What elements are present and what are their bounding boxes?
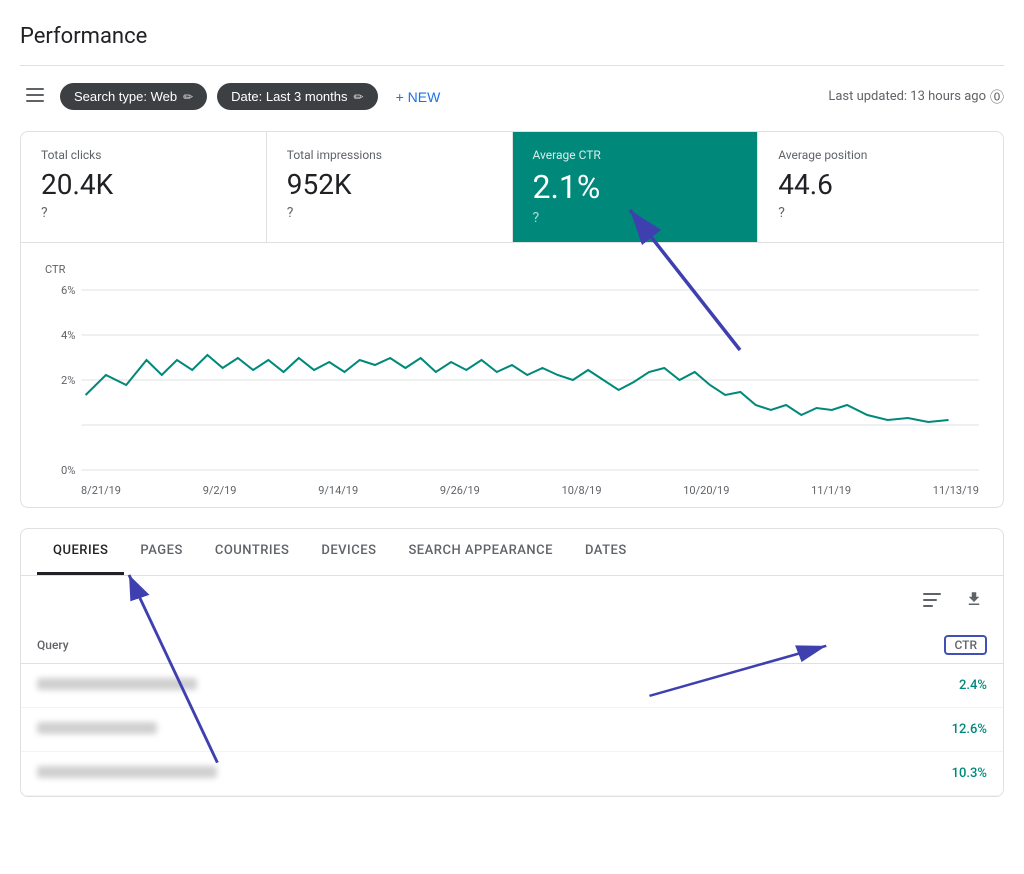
ctr-value-2: 10.3% [952,766,987,781]
filter-icon-btn[interactable] [20,82,50,111]
svg-text:4%: 4% [61,329,75,342]
blurred-query-1 [37,722,157,734]
tab-devices-label: DEVICES [321,543,376,558]
ctr-header-box: CTR [944,635,987,655]
table-row: 12.6% [21,708,1003,752]
x-label-4: 10/8/19 [562,484,602,497]
tab-dates[interactable]: DATES [569,529,643,575]
x-label-3: 9/26/19 [440,484,480,497]
date-label: Date: Last 3 months [231,89,347,104]
chart-svg-element: 6% 4% 2% 0% [45,280,979,480]
help-icon: ⓪ [990,87,1004,107]
ctr-value-0: 2.4% [959,678,987,693]
tab-search-appearance[interactable]: SEARCH APPEARANCE [392,529,569,575]
x-label-1: 9/2/19 [203,484,237,497]
chart-svg: 6% 4% 2% 0% [45,280,979,480]
tab-countries[interactable]: COUNTRIES [199,529,306,575]
page-wrapper: Performance Search type: Web ✏ Date: Las… [0,0,1024,874]
metric-total-impressions[interactable]: Total impressions 952K ? [267,132,513,242]
blurred-query-0 [37,678,197,690]
data-table: Query CTR 2.4% [21,627,1003,796]
ctr-cell-2: 10.3% [748,752,1003,796]
date-chip[interactable]: Date: Last 3 months ✏ [217,83,377,110]
tab-countries-label: COUNTRIES [215,543,290,558]
metrics-row: Total clicks 20.4K ? Total impressions 9… [21,132,1003,243]
metric-impressions-label: Total impressions [287,148,492,162]
tab-pages-label: PAGES [140,543,182,558]
query-cell-0 [21,664,748,708]
metric-total-clicks[interactable]: Total clicks 20.4K ? [21,132,267,242]
download-btn[interactable] [961,586,987,617]
table-actions [21,576,1003,627]
table-row: 2.4% [21,664,1003,708]
metric-ctr-value: 2.1% [533,168,738,206]
table-row: 10.3% [21,752,1003,796]
last-updated-text: Last updated: 13 hours ago [828,89,986,104]
ctr-cell-0: 2.4% [748,664,1003,708]
svg-text:6%: 6% [61,284,75,297]
svg-text:2%: 2% [61,374,75,387]
chart-x-labels: 8/21/19 9/2/19 9/14/19 9/26/19 10/8/19 1… [45,480,979,497]
x-label-6: 11/1/19 [811,484,851,497]
search-type-label: Search type: Web [74,89,177,104]
search-type-chip[interactable]: Search type: Web ✏ [60,83,207,110]
ctr-cell-1: 12.6% [748,708,1003,752]
filter-table-btn[interactable] [919,587,945,616]
tab-devices[interactable]: DEVICES [305,529,392,575]
metric-help-impressions: ? [287,205,294,221]
query-cell-2 [21,752,748,796]
ctr-column-header: CTR [748,627,1003,664]
toolbar: Search type: Web ✏ Date: Last 3 months ✏… [20,82,1004,111]
metric-help-ctr: ? [533,210,540,226]
x-label-0: 8/21/19 [81,484,121,497]
tab-queries[interactable]: QUERIES [37,529,124,575]
metric-impressions-value: 952K [287,168,492,201]
metric-position-label: Average position [778,148,983,162]
tab-queries-label: QUERIES [53,543,108,558]
metric-average-position[interactable]: Average position 44.6 ? [758,132,1003,242]
metric-help-clicks: ? [41,205,48,221]
edit-icon: ✏ [183,90,193,104]
tab-pages[interactable]: PAGES [124,529,198,575]
chart-y-label: CTR [45,263,979,276]
svg-text:0%: 0% [61,464,75,477]
metrics-card: Total clicks 20.4K ? Total impressions 9… [20,131,1004,508]
ctr-value-1: 12.6% [952,722,987,737]
x-label-5: 10/20/19 [683,484,729,497]
chart-area: CTR 6% 4% 2% 0% [21,243,1003,507]
query-cell-1 [21,708,748,752]
ctr-header-label: CTR [954,638,977,652]
tabs-row: QUERIES PAGES COUNTRIES DEVICES SEARCH A… [21,529,1003,576]
metric-position-value: 44.6 [778,168,983,201]
table-card: QUERIES PAGES COUNTRIES DEVICES SEARCH A… [20,528,1004,797]
metric-average-ctr[interactable]: Average CTR 2.1% ? [513,132,759,242]
filter-icon [26,88,44,102]
table-header-row: Query CTR [21,627,1003,664]
metric-ctr-label: Average CTR [533,148,738,162]
x-label-2: 9/14/19 [318,484,358,497]
last-updated: Last updated: 13 hours ago ⓪ [828,87,1004,107]
new-button[interactable]: + NEW [388,83,449,111]
x-label-7: 11/13/19 [933,484,979,497]
metric-total-clicks-label: Total clicks [41,148,246,162]
metric-total-clicks-value: 20.4K [41,168,246,201]
page-title: Performance [20,16,1004,66]
tab-dates-label: DATES [585,543,627,558]
metric-help-position: ? [778,205,785,221]
filter-table-icon [923,593,941,607]
edit-icon-date: ✏ [354,90,364,104]
download-icon [965,590,983,608]
query-column-header: Query [21,627,748,664]
tab-search-appearance-label: SEARCH APPEARANCE [408,543,553,558]
blurred-query-2 [37,766,217,778]
